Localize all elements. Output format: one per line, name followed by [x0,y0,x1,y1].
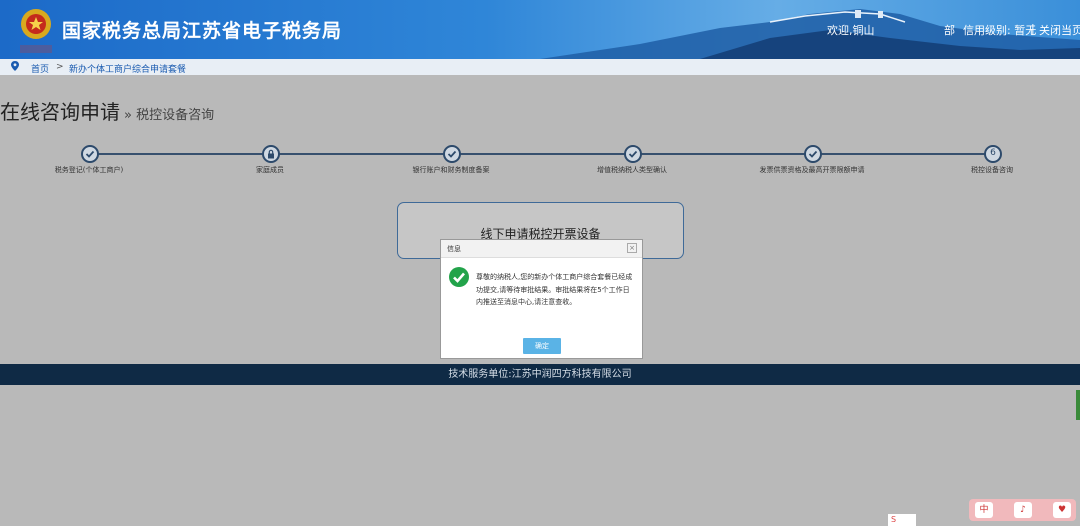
site-title: 国家税务总局江苏省电子税务局 [62,20,343,42]
step-6-number: 6 [990,148,996,158]
page-title-main: 在线咨询申请 [0,100,120,124]
location-pin-icon [11,61,19,71]
step-3-marker[interactable] [443,145,461,163]
page-title: 在线咨询申请 » 税控设备咨询 [0,96,214,125]
step-3-label: 银行账户和财务制度备案 [412,166,490,174]
step-2-marker[interactable] [262,145,280,163]
step-5-label: 发票供票资格及最高开票限额申请 [759,166,865,174]
page-subtitle: » 税控设备咨询 [124,108,215,123]
dialog-confirm-button[interactable]: 确定 [523,338,561,354]
welcome-text: 欢迎,铜山 [827,24,875,37]
tax-emblem-logo [16,6,56,54]
check-icon [85,150,95,158]
step-5-marker[interactable] [804,145,822,163]
floating-corner-widget[interactable]: 中 ♪ ♥ [969,499,1076,521]
success-check-icon [449,267,469,287]
step-4-marker[interactable] [624,145,642,163]
corner-widget-item-2[interactable]: ♪ [1014,502,1032,518]
breadcrumb-separator: > [56,62,64,72]
breadcrumb: 首页 > 新办个体工商户综合申请套餐 [0,59,1080,75]
credit-level-link[interactable]: 信用级别: 暂无 [963,22,1036,38]
step-4-label: 增值税纳税人类型确认 [597,166,667,174]
step-6-label: 税控设备咨询 [971,166,1013,174]
steps-progress-line [89,153,993,155]
step-1-label: 税务登记(个体工商户) [54,166,124,174]
lock-icon [268,149,274,159]
header-separator: | [1031,22,1035,35]
footer-credits: 技术服务单位:江苏中润四方科技有限公司 [0,364,1080,385]
department-fragment: 部 [944,24,955,37]
check-icon [628,150,638,158]
step-2-label: 家庭成员 [256,166,284,174]
dialog-header: 信息 × [441,240,642,258]
step-1-marker[interactable] [81,145,99,163]
step-6-marker[interactable]: 6 [984,145,1002,163]
site-header: 国家税务总局江苏省电子税务局 欢迎,铜山 部 信用级别: 暂无 | 关闭当页 [0,0,1080,59]
dialog-close-icon[interactable]: × [627,243,637,253]
breadcrumb-current: 新办个体工商户综合申请套餐 [69,65,187,75]
ime-indicator[interactable]: S [888,514,916,526]
breadcrumb-home-link[interactable]: 首页 [31,62,49,75]
close-page-link[interactable]: 关闭当页 [1039,22,1080,38]
check-icon [447,150,457,158]
side-float-tab[interactable] [1076,390,1080,420]
corner-widget-item-1[interactable]: 中 [975,502,993,518]
success-dialog: 信息 × 尊敬的纳税人,您的新办个体工商户综合套餐已经成功提交,请等待审批结果。… [440,239,643,359]
dialog-message: 尊敬的纳税人,您的新办个体工商户综合套餐已经成功提交,请等待审批结果。审批结果将… [476,273,633,306]
corner-widget-item-3[interactable]: ♥ [1053,502,1071,518]
check-icon [808,150,818,158]
dialog-title: 信息 [447,245,461,253]
